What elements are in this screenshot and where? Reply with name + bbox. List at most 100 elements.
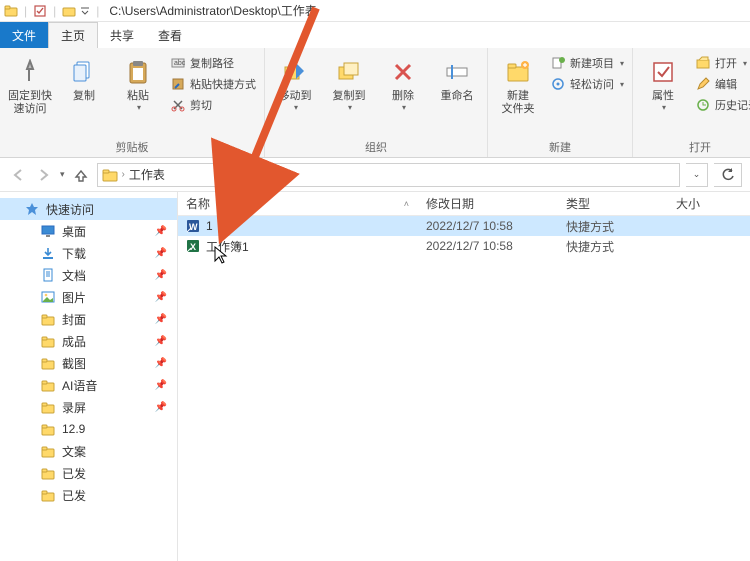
- open-icon: [695, 55, 711, 71]
- breadcrumb-item[interactable]: 工作表: [129, 166, 165, 183]
- file-rows: W12022/12/7 10:58快捷方式X工作簿12022/12/7 10:5…: [178, 216, 750, 561]
- download-icon: [40, 245, 56, 261]
- tab-home[interactable]: 主页: [48, 22, 98, 48]
- history-dropdown-icon[interactable]: ▾: [60, 169, 65, 180]
- cut-icon: [170, 97, 186, 113]
- sidebar-item-label: 封面: [62, 311, 86, 328]
- col-type[interactable]: 类型: [558, 192, 668, 215]
- up-button[interactable]: [71, 165, 91, 185]
- breadcrumb-dropdown[interactable]: ⌄: [686, 163, 708, 187]
- sidebar-item[interactable]: 封面 📌: [0, 308, 177, 330]
- folder-icon: [40, 333, 56, 349]
- col-date[interactable]: 修改日期: [418, 192, 558, 215]
- file-date: 2022/12/7 10:58: [418, 219, 558, 233]
- sidebar-item-quickaccess[interactable]: 快速访问: [0, 198, 177, 220]
- sidebar-item[interactable]: 成品 📌: [0, 330, 177, 352]
- sidebar-item[interactable]: 截图 📌: [0, 352, 177, 374]
- file-name: 1: [206, 219, 213, 233]
- pin-to-quickaccess-button[interactable]: 固定到快 速访问: [6, 52, 54, 116]
- group-label-clipboard: 剪贴板: [6, 137, 258, 155]
- table-row[interactable]: W12022/12/7 10:58快捷方式: [178, 216, 750, 236]
- new-folder-button[interactable]: 新建 文件夹: [494, 52, 542, 116]
- folder-icon: [40, 377, 56, 393]
- rename-button[interactable]: 重命名: [433, 52, 481, 103]
- sidebar-item-label: 成品: [62, 333, 86, 350]
- folder-icon: [40, 311, 56, 327]
- pin-icon: 📌: [155, 270, 167, 281]
- chevron-down-icon: ▾: [743, 59, 747, 68]
- sidebar-item-label: 文案: [62, 443, 86, 460]
- ribbon-group-clipboard: 固定到快 速访问 复制 粘贴 ▾ abc 复制: [0, 48, 265, 157]
- tab-file[interactable]: 文件: [0, 22, 48, 48]
- refresh-button[interactable]: [714, 163, 742, 187]
- pin-icon: 📌: [155, 380, 167, 391]
- history-button[interactable]: 历史记录: [693, 96, 750, 114]
- chevron-down-icon: ▾: [137, 103, 141, 112]
- paste-button[interactable]: 粘贴 ▾: [114, 52, 162, 112]
- sidebar-item[interactable]: 图片📌: [0, 286, 177, 308]
- sidebar-item[interactable]: 桌面📌: [0, 220, 177, 242]
- new-item-button[interactable]: 新建项目 ▾: [548, 54, 626, 72]
- table-row[interactable]: X工作簿12022/12/7 10:58快捷方式: [178, 236, 750, 256]
- picture-icon: [40, 289, 56, 305]
- sidebar-item-label: 下载: [62, 245, 86, 262]
- folder-icon: [4, 4, 18, 18]
- new-item-icon: [550, 55, 566, 71]
- paste-icon: [122, 56, 154, 88]
- qat-dropdown-icon[interactable]: [80, 6, 90, 16]
- move-to-button[interactable]: 移动到 ▾: [271, 52, 319, 112]
- breadcrumb[interactable]: › 工作表: [97, 163, 680, 187]
- ribbon-group-open: 属性 ▾ 打开 ▾ 编辑: [633, 48, 750, 157]
- sidebar-item[interactable]: 已发: [0, 462, 177, 484]
- tab-share[interactable]: 共享: [98, 22, 146, 48]
- sidebar-item[interactable]: AI语音📌: [0, 374, 177, 396]
- sidebar-item-label: 12.9: [62, 422, 85, 436]
- sidebar-item[interactable]: 文档📌: [0, 264, 177, 286]
- easy-access-button[interactable]: 轻松访问 ▾: [548, 75, 626, 93]
- pin-icon: 📌: [155, 226, 167, 237]
- pin-icon: 📌: [155, 336, 167, 347]
- paste-shortcut-button[interactable]: 粘贴快捷方式: [168, 75, 258, 93]
- folder-icon: [40, 487, 56, 503]
- sidebar-item[interactable]: 已发: [0, 484, 177, 506]
- copy-path-button[interactable]: abc 复制路径: [168, 54, 258, 72]
- forward-button[interactable]: [34, 165, 54, 185]
- copy-icon: [68, 56, 100, 88]
- back-button[interactable]: [8, 165, 28, 185]
- copy-to-button[interactable]: 复制到 ▾: [325, 52, 373, 112]
- pin-icon: 📌: [155, 358, 167, 369]
- tab-view[interactable]: 查看: [146, 22, 194, 48]
- pin-icon: 📌: [155, 314, 167, 325]
- sidebar-nav: 快速访问 桌面📌下载📌文档📌图片📌封面📌成品📌截图📌AI语音📌录屏📌12.9文案…: [0, 192, 178, 561]
- edit-button[interactable]: 编辑: [693, 75, 750, 93]
- sidebar-item[interactable]: 文案: [0, 440, 177, 462]
- ribbon-group-organize: 移动到 ▾ 复制到 ▾ 删除 ▾ 重命名: [265, 48, 488, 157]
- excel-shortcut-icon: X: [186, 239, 200, 253]
- properties-button[interactable]: 属性 ▾: [639, 52, 687, 112]
- move-to-icon: [279, 56, 311, 88]
- sidebar-item-label: 图片: [62, 289, 86, 306]
- folder-small-icon[interactable]: [62, 4, 76, 18]
- properties-icon: [647, 56, 679, 88]
- sidebar-item[interactable]: 下载📌: [0, 242, 177, 264]
- window-title: C:\Users\Administrator\Desktop\工作表: [109, 2, 316, 19]
- star-icon: [24, 201, 40, 217]
- sidebar-item[interactable]: 12.9: [0, 418, 177, 440]
- folder-icon: [40, 465, 56, 481]
- copy-button[interactable]: 复制: [60, 52, 108, 103]
- open-button[interactable]: 打开 ▾: [693, 54, 750, 72]
- chevron-right-icon[interactable]: ›: [122, 169, 125, 180]
- sidebar-item-label: 录屏: [62, 399, 86, 416]
- chevron-down-icon: ▾: [620, 59, 624, 68]
- cut-button[interactable]: 剪切: [168, 96, 258, 114]
- file-type: 快捷方式: [558, 218, 668, 235]
- properties-icon[interactable]: [33, 4, 47, 18]
- svg-text:abc: abc: [174, 60, 185, 67]
- copy-to-icon: [333, 56, 365, 88]
- col-name[interactable]: 名称 ˄: [178, 192, 418, 215]
- navbar: ▾ › 工作表 ⌄: [0, 158, 750, 192]
- col-size[interactable]: 大小: [668, 192, 750, 215]
- sidebar-item-label: 截图: [62, 355, 86, 372]
- sidebar-item[interactable]: 录屏📌: [0, 396, 177, 418]
- delete-button[interactable]: 删除 ▾: [379, 52, 427, 112]
